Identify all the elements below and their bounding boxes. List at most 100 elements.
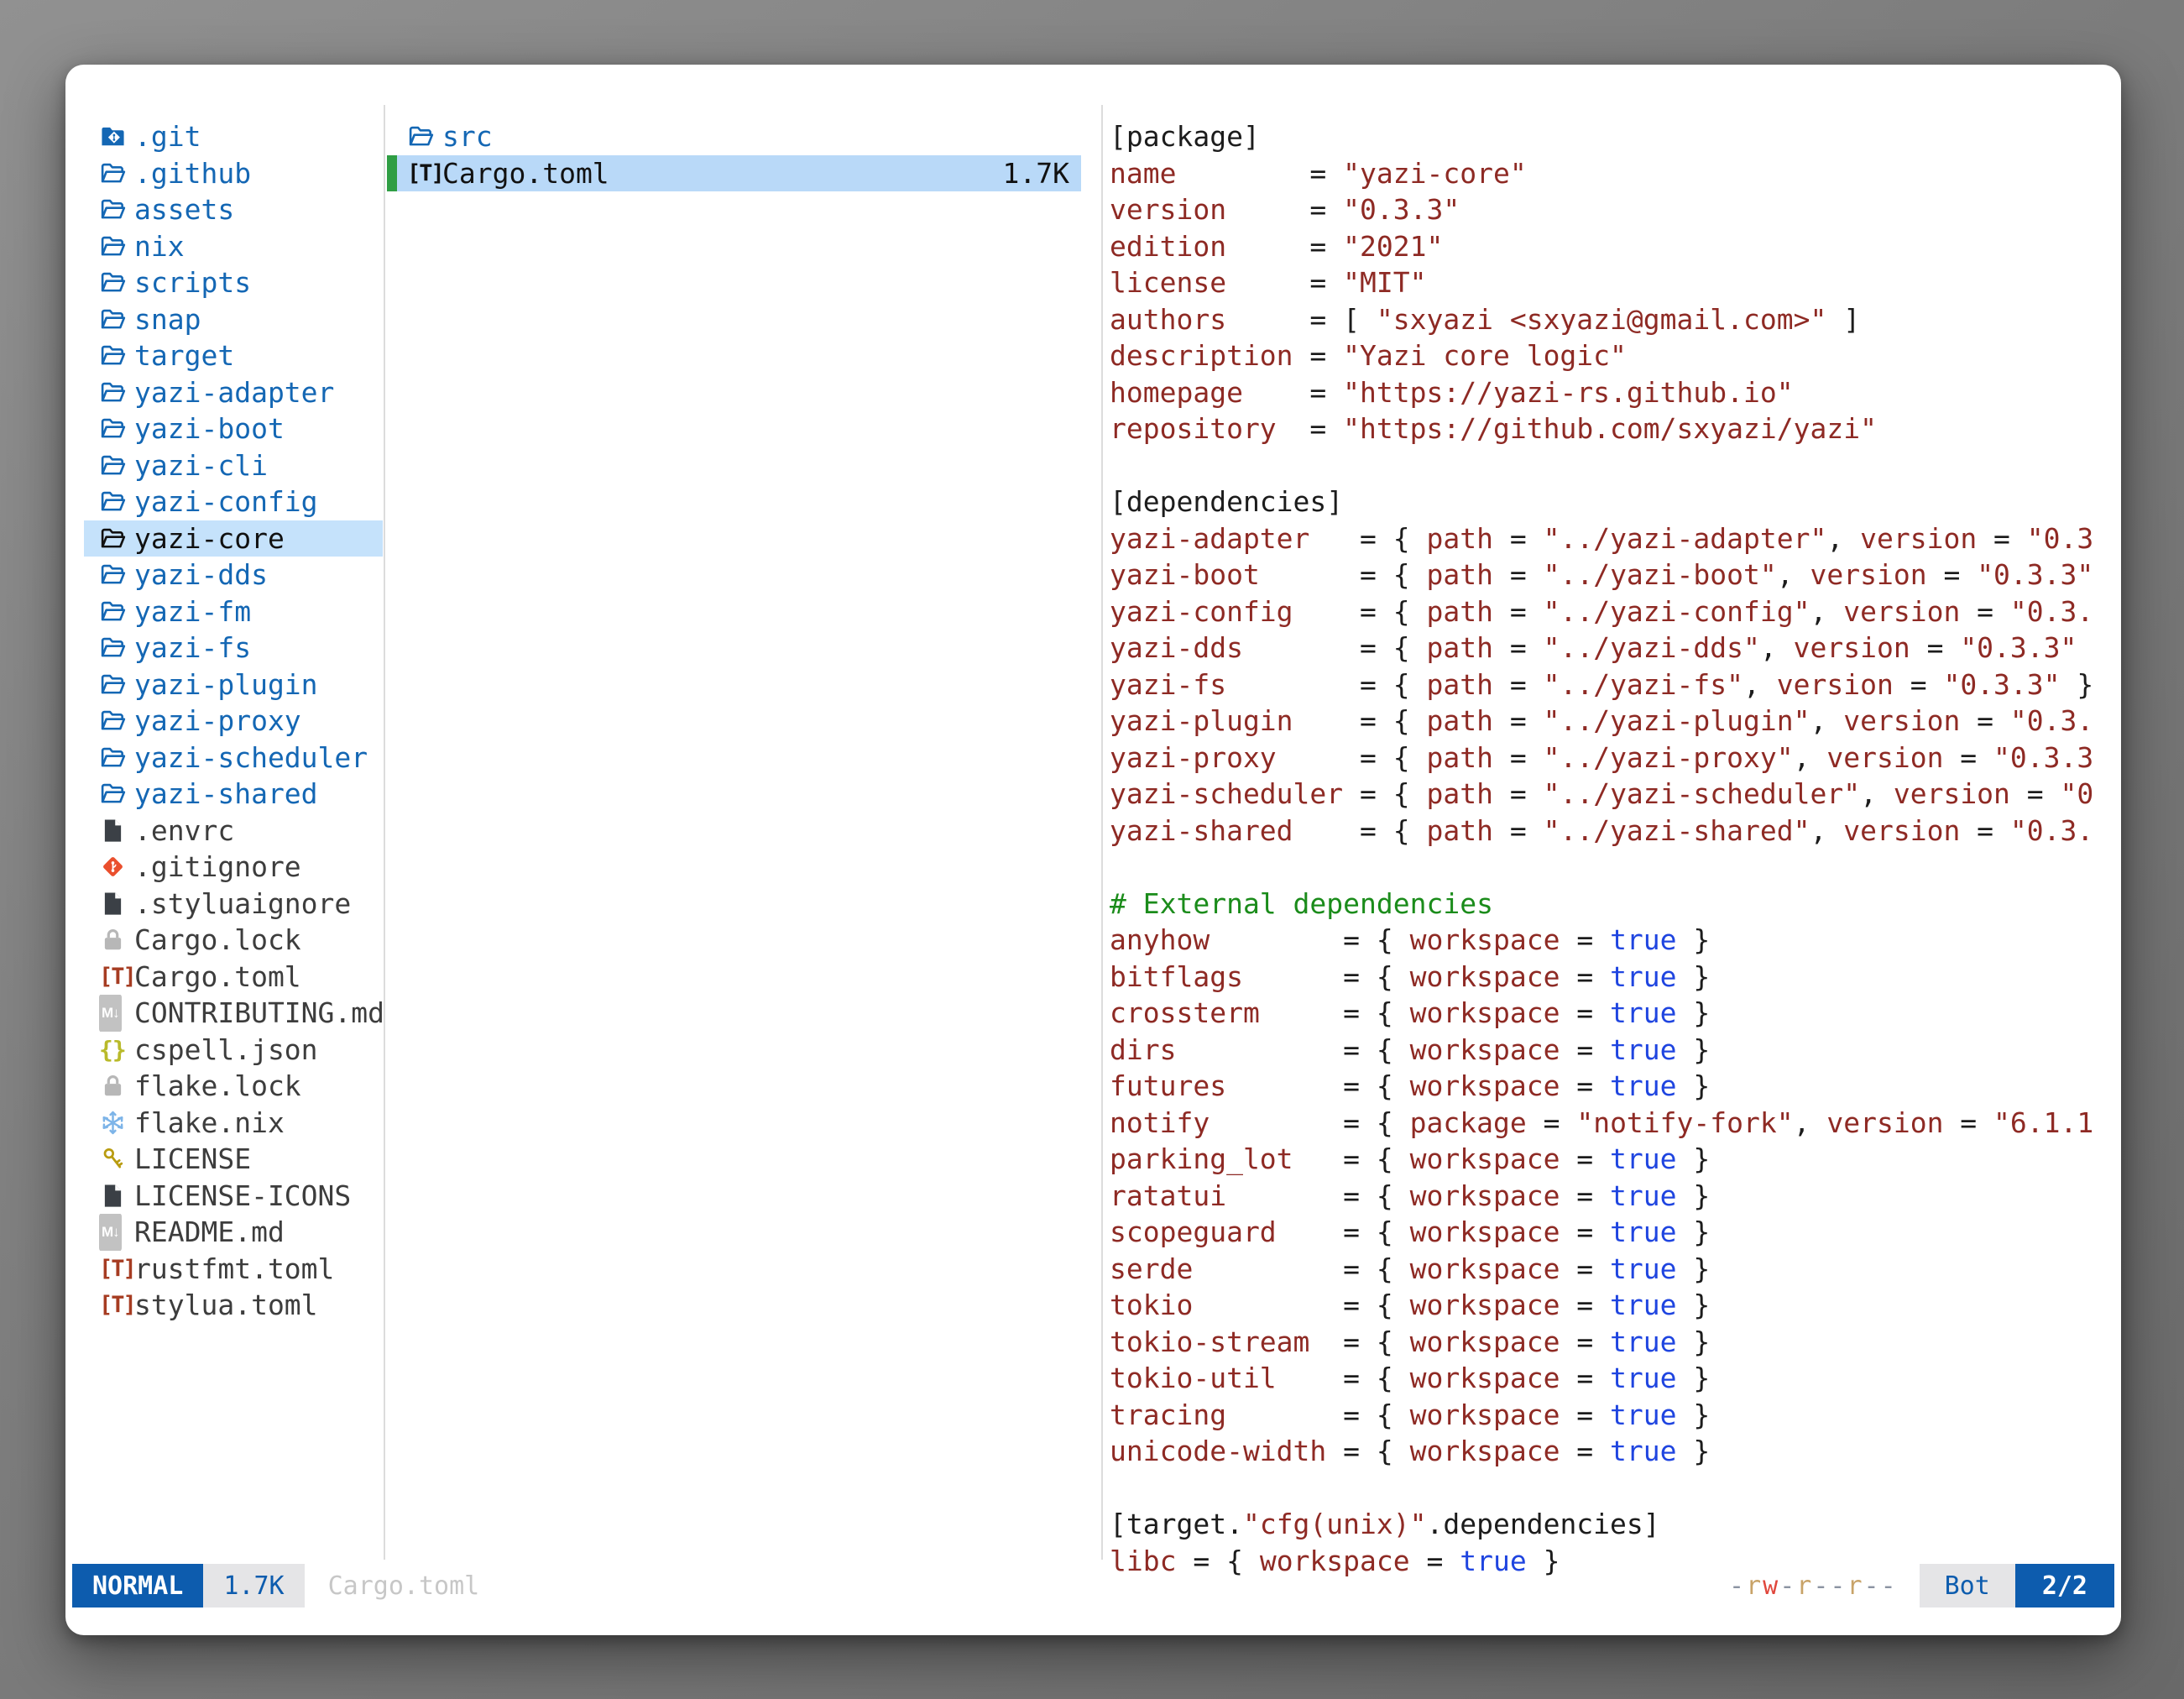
file-row-license[interactable]: LICENSE (84, 1141, 383, 1178)
file-row-git[interactable]: .git (84, 118, 383, 155)
file-label: flake.nix (134, 1105, 285, 1142)
hover-marker (387, 155, 397, 192)
file-row-yazi-proxy[interactable]: yazi-proxy (84, 703, 383, 740)
file-row-yazi-fm[interactable]: yazi-fm (84, 593, 383, 630)
file-row-yazi-cli[interactable]: yazi-cli (84, 447, 383, 484)
file-icon (99, 1182, 134, 1210)
file-permissions: -rw-r--r-- (1729, 1564, 1898, 1608)
file-row-yazi-fs[interactable]: yazi-fs (84, 630, 383, 667)
status-bar: NORMAL 1.7K Cargo.toml -rw-r--r-- Bot 2/… (72, 1564, 2114, 1608)
file-row-yazi-dds[interactable]: yazi-dds (84, 557, 383, 593)
file-row-cargo-toml[interactable]: [T]Cargo.toml (84, 959, 383, 996)
folder-icon (99, 342, 134, 369)
file-label: nix (134, 228, 185, 265)
file-row-yazi-plugin[interactable]: yazi-plugin (84, 667, 383, 703)
file-row-scripts[interactable]: scripts (84, 264, 383, 301)
preview-code-line: yazi-scheduler = { path = "../yazi-sched… (1110, 776, 2113, 813)
preview-code-line: yazi-boot = { path = "../yazi-boot", ver… (1110, 557, 2113, 593)
preview-code-line: unicode-width = { workspace = true } (1110, 1433, 2113, 1470)
file-label: Cargo.toml (134, 959, 301, 996)
file-row-rustfmt-toml[interactable]: [T]rustfmt.toml (84, 1251, 383, 1288)
file-label: .envrc (134, 813, 234, 850)
current-directory-pane[interactable]: src[T]Cargo.toml1.7K (387, 118, 1100, 191)
pane-divider-right (1101, 105, 1103, 1560)
file-size: 1.7K (1003, 155, 1081, 192)
file-label: yazi-boot (134, 410, 285, 447)
file-row-cargo-lock[interactable]: Cargo.lock (84, 922, 383, 959)
file-label: yazi-shared (134, 776, 318, 813)
file-row-github[interactable]: .github (84, 155, 383, 192)
file-row-flake-nix[interactable]: flake.nix (84, 1105, 383, 1142)
preview-code-line: edition = "2021" (1110, 228, 2113, 265)
preview-code-line: serde = { workspace = true } (1110, 1251, 2113, 1288)
file-row-gitignore[interactable]: .gitignore (84, 849, 383, 886)
preview-code-line: tokio-stream = { workspace = true } (1110, 1324, 2113, 1361)
file-label: yazi-fs (134, 630, 251, 667)
file-label: .styluaignore (134, 886, 351, 923)
preview-code-line: ratatui = { workspace = true } (1110, 1178, 2113, 1215)
file-preview-pane[interactable]: [package]name = "yazi-core"version = "0.… (1110, 118, 2113, 1579)
preview-code-line: yazi-proxy = { path = "../yazi-proxy", v… (1110, 740, 2113, 776)
file-row-styluaignore[interactable]: .styluaignore (84, 886, 383, 923)
file-row-target[interactable]: target (84, 337, 383, 374)
folder-icon (99, 525, 134, 552)
file-row-yazi-shared[interactable]: yazi-shared (84, 776, 383, 813)
preview-code-line: anyhow = { workspace = true } (1110, 922, 2113, 959)
file-row-snap[interactable]: snap (84, 301, 383, 338)
file-row-cspell-json[interactable]: {}cspell.json (84, 1032, 383, 1069)
folder-icon (99, 159, 134, 187)
file-label: rustfmt.toml (134, 1251, 334, 1288)
file-row-yazi-config[interactable]: yazi-config (84, 484, 383, 520)
preview-code-line: tokio-util = { workspace = true } (1110, 1360, 2113, 1397)
folder-icon (99, 269, 134, 296)
file-row-yazi-adapter[interactable]: yazi-adapter (84, 374, 383, 411)
preview-code-line: bitflags = { workspace = true } (1110, 959, 2113, 996)
file-row-assets[interactable]: assets (84, 191, 383, 228)
file-row-nix[interactable]: nix (84, 228, 383, 265)
file-row-readme-md[interactable]: M↓README.md (84, 1214, 383, 1251)
preview-code-line: notify = { package = "notify-fork", vers… (1110, 1105, 2113, 1142)
file-label: CONTRIBUTING.md (134, 995, 383, 1032)
file-row-contributing-md[interactable]: M↓CONTRIBUTING.md (84, 995, 383, 1032)
file-row-stylua-toml[interactable]: [T]stylua.toml (84, 1287, 383, 1324)
preview-code-line: yazi-shared = { path = "../yazi-shared",… (1110, 813, 2113, 850)
preview-code-line: yazi-config = { path = "../yazi-config",… (1110, 593, 2113, 630)
preview-code-line: version = "0.3.3" (1110, 191, 2113, 228)
file-row-yazi-core[interactable]: yazi-core (84, 520, 383, 557)
preview-code-line: authors = [ "sxyazi <sxyazi@gmail.com>" … (1110, 301, 2113, 338)
file-label: README.md (134, 1214, 285, 1251)
file-label: .git (134, 118, 201, 155)
file-row-envrc[interactable]: .envrc (84, 813, 383, 850)
file-label: flake.lock (134, 1068, 301, 1105)
file-row-yazi-boot[interactable]: yazi-boot (84, 410, 383, 447)
preview-code-line: yazi-plugin = { path = "../yazi-plugin",… (1110, 703, 2113, 740)
toml-icon: [T] (99, 959, 134, 996)
file-label: .gitignore (134, 849, 301, 886)
git-icon (99, 853, 134, 881)
mode-badge: NORMAL (72, 1564, 203, 1608)
key-icon (99, 1145, 134, 1173)
file-label: yazi-fm (134, 593, 251, 630)
folder-icon (99, 488, 134, 515)
folder-icon (99, 744, 134, 771)
file-row-yazi-scheduler[interactable]: yazi-scheduler (84, 740, 383, 776)
file-row-flake-lock[interactable]: flake.lock (84, 1068, 383, 1105)
preview-code-line: [target."cfg(unix)".dependencies] (1110, 1506, 2113, 1543)
cursor-position-badge: 2/2 (2015, 1564, 2114, 1608)
file-row-cargo-toml[interactable]: [T]Cargo.toml1.7K (387, 155, 1081, 192)
file-label: yazi-plugin (134, 667, 318, 703)
file-label: snap (134, 301, 201, 338)
file-label: src (442, 118, 493, 155)
git-folder-icon (99, 123, 134, 150)
parent-directory-pane[interactable]: .git.githubassetsnixscriptssnaptargetyaz… (84, 118, 383, 1324)
preview-code-line: name = "yazi-core" (1110, 155, 2113, 192)
file-row-license-icons[interactable]: LICENSE-ICONS (84, 1178, 383, 1215)
toml-icon: [T] (99, 1287, 134, 1324)
preview-code-line: dirs = { workspace = true } (1110, 1032, 2113, 1069)
toml-icon: [T] (99, 1251, 134, 1288)
file-label: cspell.json (134, 1032, 318, 1069)
file-row-src[interactable]: src (387, 118, 1081, 155)
preview-code-line: repository = "https://github.com/sxyazi/… (1110, 410, 2113, 447)
lock-icon (99, 926, 134, 954)
preview-code-line: yazi-dds = { path = "../yazi-dds", versi… (1110, 630, 2113, 667)
